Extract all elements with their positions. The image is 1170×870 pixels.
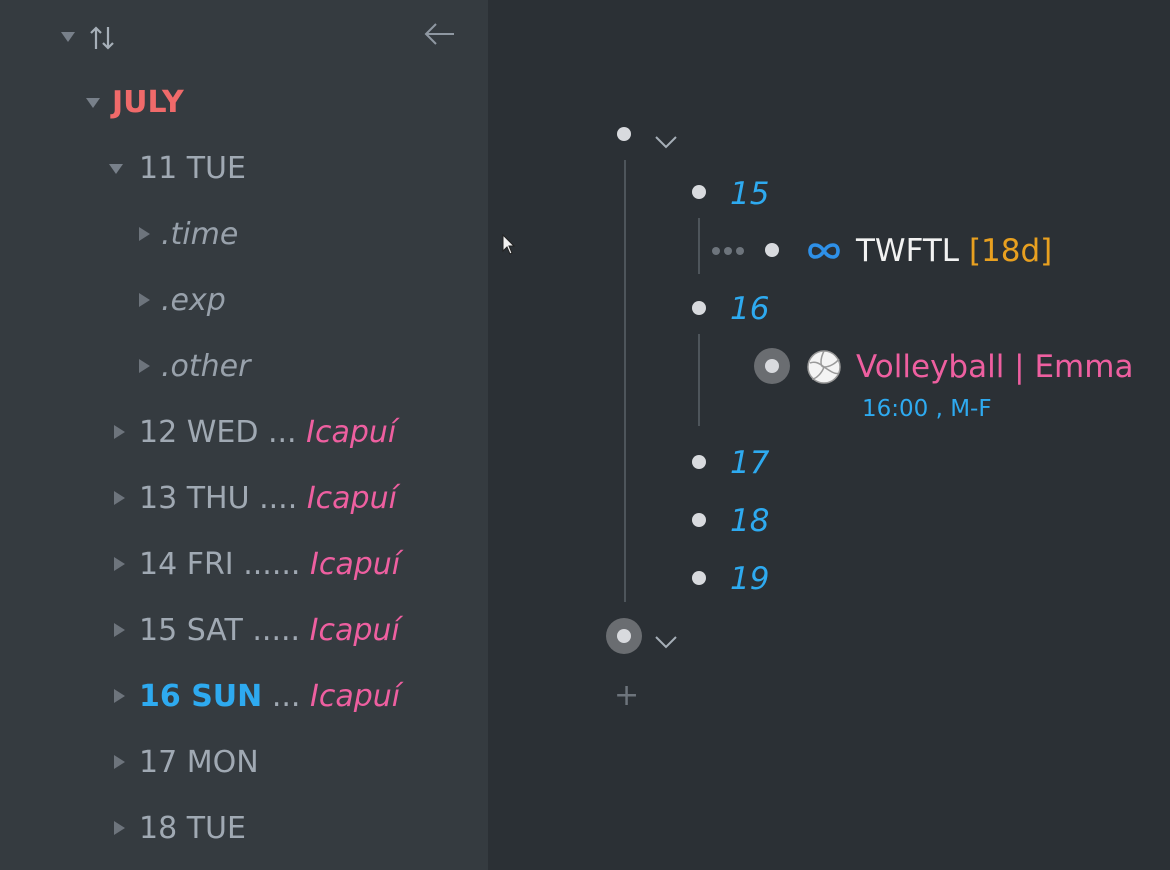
day-item-11[interactable]: 11 TUE	[139, 151, 246, 187]
day-dots: ......	[243, 547, 301, 582]
subitem-exp[interactable]: .exp	[161, 283, 226, 319]
event-bullet[interactable]	[754, 348, 790, 384]
habit-bullet[interactable]	[765, 243, 779, 257]
day-item-14[interactable]: 14 FRI ...... Icapuí	[139, 547, 400, 583]
date-bullet[interactable]	[692, 455, 706, 469]
day-location: Icapuí	[309, 613, 400, 648]
subitem-other[interactable]: .other	[161, 349, 250, 385]
day-location: Icapuí	[309, 679, 401, 714]
day-label: 14 FRI	[139, 547, 234, 582]
date-17[interactable]: 17	[730, 445, 769, 481]
day-dots: ...	[271, 679, 301, 714]
day-toggle-icon[interactable]	[109, 164, 123, 174]
tree-guide-line	[698, 218, 700, 274]
date-15[interactable]: 15	[730, 176, 769, 212]
day-toggle-icon[interactable]	[114, 623, 125, 637]
root-bullet-collapsed[interactable]	[606, 618, 642, 654]
more-dot	[712, 247, 720, 255]
day-dots: ...	[267, 415, 297, 450]
day-location: Icapuí	[306, 481, 397, 516]
chevron-down-icon[interactable]	[654, 634, 678, 650]
chevron-down-icon[interactable]	[654, 134, 678, 150]
day-toggle-icon[interactable]	[114, 689, 125, 703]
date-bullet[interactable]	[692, 185, 706, 199]
date-bullet[interactable]	[692, 301, 706, 315]
date-16[interactable]: 16	[730, 291, 769, 327]
day-toggle-icon[interactable]	[114, 491, 125, 505]
habit-item[interactable]: TWFTL [18d]	[856, 233, 1052, 269]
day-toggle-icon[interactable]	[114, 821, 125, 835]
date-bullet[interactable]	[692, 513, 706, 527]
day-label: 15 SAT	[139, 613, 243, 648]
habit-title: TWFTL	[856, 233, 960, 269]
collapse-all-icon[interactable]	[61, 32, 75, 42]
month-toggle-icon[interactable]	[86, 98, 100, 108]
day-toggle-icon[interactable]	[114, 755, 125, 769]
day-item-16-today[interactable]: 16 SUN ... Icapuí	[139, 679, 400, 715]
day-item-13[interactable]: 13 THU .... Icapuí	[139, 481, 397, 517]
event-meta: 16:00 , M-F	[862, 396, 992, 422]
sidebar: JULY 11 TUE .time .exp .other 12 WED ...…	[0, 0, 488, 870]
outline-pane: 15 TWFTL [18d] 16 Volleyball | Emma 16:0…	[488, 0, 1170, 870]
subitem-toggle-icon[interactable]	[139, 293, 150, 307]
sort-icon[interactable]	[88, 24, 118, 52]
day-location: Icapuí	[306, 415, 397, 450]
date-bullet[interactable]	[692, 571, 706, 585]
tree-guide-line	[698, 334, 700, 426]
subitem-toggle-icon[interactable]	[139, 227, 150, 241]
more-dot	[724, 247, 732, 255]
collapse-sidebar-icon[interactable]	[422, 20, 456, 48]
day-label: 12 WED	[139, 415, 259, 450]
day-dots: ....	[259, 481, 298, 516]
day-item-15[interactable]: 15 SAT ..... Icapuí	[139, 613, 400, 649]
day-item-17[interactable]: 17 MON	[139, 745, 259, 781]
day-item-12[interactable]: 12 WED ... Icapuí	[139, 415, 396, 451]
day-location: Icapuí	[309, 547, 401, 582]
subitem-toggle-icon[interactable]	[139, 359, 150, 373]
tree-guide-line	[624, 160, 626, 602]
day-dots: .....	[252, 613, 301, 648]
infinity-icon	[808, 243, 840, 259]
day-toggle-icon[interactable]	[114, 557, 125, 571]
mouse-cursor-icon	[502, 234, 516, 255]
habit-badge: [18d]	[968, 233, 1053, 269]
subitem-time[interactable]: .time	[161, 217, 238, 253]
root-bullet[interactable]	[617, 127, 631, 141]
date-19[interactable]: 19	[730, 561, 769, 597]
day-item-18[interactable]: 18 TUE	[139, 811, 246, 847]
event-title[interactable]: Volleyball | Emma	[856, 349, 1133, 385]
more-dot	[736, 247, 744, 255]
day-label: 16 SUN	[139, 679, 263, 714]
date-18[interactable]: 18	[730, 503, 769, 539]
add-button[interactable]: +	[614, 678, 639, 714]
volleyball-icon	[807, 350, 841, 384]
month-label[interactable]: JULY	[112, 85, 184, 121]
day-label: 13 THU	[139, 481, 250, 516]
day-toggle-icon[interactable]	[114, 425, 125, 439]
